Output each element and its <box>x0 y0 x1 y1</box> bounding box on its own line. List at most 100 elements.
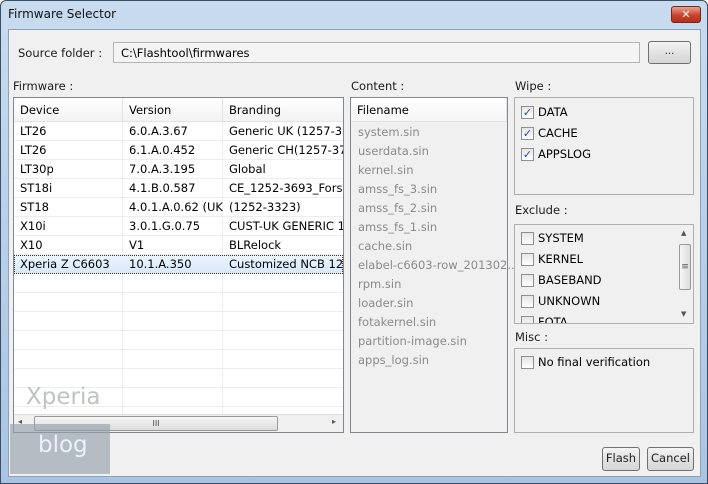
close-icon: ✕ <box>681 8 691 21</box>
branding-cell: Global <box>229 162 266 176</box>
scroll-right-icon[interactable]: ▸ <box>332 417 336 426</box>
source-folder-label: Source folder : <box>18 46 103 60</box>
table-row[interactable]: LT26 6.0.A.3.67 Generic UK (1257-3921 <box>14 122 343 141</box>
checkbox-checked-icon[interactable]: ✓ <box>521 126 534 140</box>
column-header-version[interactable]: Version <box>123 98 223 122</box>
version-cell: 7.0.A.3.195 <box>129 162 196 176</box>
device-cell: Xperia Z C6603 <box>20 257 110 271</box>
scroll-thumb[interactable]: ≡ <box>679 244 691 290</box>
device-cell: X10i <box>20 219 46 233</box>
content-label: Content : <box>351 79 405 93</box>
file-item: elabel-c6603-row_201302... <box>358 258 519 272</box>
version-cell: 10.1.A.350 <box>129 257 192 271</box>
device-cell: ST18 <box>20 200 49 214</box>
misc-label: Misc : <box>515 330 548 344</box>
branding-cell: CUST-UK GENERIC 12 <box>229 219 344 233</box>
checkbox-checked-icon[interactable]: ✓ <box>521 105 534 119</box>
file-item: system.sin <box>358 125 420 139</box>
branding-cell: BLRelock <box>229 238 282 252</box>
source-folder-input[interactable]: C:\Flashtool\firmwares <box>113 42 640 63</box>
flash-button[interactable]: Flash <box>602 447 640 471</box>
file-item: loader.sin <box>358 296 414 310</box>
checkbox-label: CACHE <box>538 126 578 140</box>
exclude-checkbox-kernel[interactable]: KERNEL <box>521 252 583 266</box>
exclude-checkbox-system[interactable]: SYSTEM <box>521 231 584 245</box>
misc-checkbox-no-final-verification[interactable]: No final verification <box>521 355 650 369</box>
file-item: partition-image.sin <box>358 334 467 348</box>
file-item: apps_log.sin <box>358 353 430 367</box>
exclude-checkbox-unknown[interactable]: UNKNOWN <box>521 294 600 308</box>
checkbox-label: UNKNOWN <box>538 294 601 308</box>
file-item: rpm.sin <box>358 277 402 291</box>
table-row[interactable]: X10i 3.0.1.G.0.75 CUST-UK GENERIC 12 <box>14 217 343 236</box>
checkbox-unchecked-icon[interactable] <box>521 252 534 266</box>
empty-row <box>14 331 343 350</box>
checkbox-checked-icon[interactable]: ✓ <box>521 147 534 161</box>
checkbox-unchecked-icon[interactable] <box>521 273 534 287</box>
device-cell: LT26 <box>20 143 47 157</box>
column-header-branding[interactable]: Branding <box>223 98 343 122</box>
device-cell: LT26 <box>20 124 47 138</box>
table-row[interactable]: ST18i 4.1.B.0.587 CE_1252-3693_Forsake <box>14 179 343 198</box>
firmware-table: Device Version Branding LT26 6.0.A.3.67 Ge… <box>13 97 344 433</box>
cancel-button[interactable]: Cancel <box>647 447 694 471</box>
empty-row <box>14 312 343 331</box>
file-item: fotakernel.sin <box>358 315 437 329</box>
table-row[interactable]: LT30p 7.0.A.3.195 Global <box>14 160 343 179</box>
version-cell: 3.0.1.G.0.75 <box>129 219 201 233</box>
checkbox-label: No final verification <box>538 355 651 369</box>
wipe-checkbox-data[interactable]: ✓ DATA <box>521 105 568 119</box>
checkbox-label: KERNEL <box>538 252 584 266</box>
checkbox-label: DATA <box>538 105 568 119</box>
browse-button[interactable]: ... <box>648 41 691 64</box>
vertical-scrollbar[interactable]: ▲ ≡ ▼ <box>677 225 693 323</box>
column-header-device[interactable]: Device <box>14 98 123 122</box>
version-cell: V1 <box>129 238 145 252</box>
table-row[interactable]: LT26 6.1.A.0.452 Generic CH(1257-3740 <box>14 141 343 160</box>
file-item: userdata.sin <box>358 144 429 158</box>
exclude-checkbox-fota[interactable]: FOTA <box>521 315 568 324</box>
branding-cell: (1252-3323) <box>229 200 301 214</box>
checkbox-unchecked-icon[interactable] <box>521 231 534 245</box>
file-item: kernel.sin <box>358 163 414 177</box>
version-cell: 6.0.A.3.67 <box>129 124 188 138</box>
empty-row <box>14 350 343 369</box>
device-cell: LT30p <box>20 162 54 176</box>
exclude-label: Exclude : <box>515 203 568 217</box>
watermark-xperia: Xperia <box>26 384 101 410</box>
checkbox-label: FOTA <box>538 315 568 324</box>
file-item: cache.sin <box>358 239 413 253</box>
exclude-group: SYSTEM KERNEL BASEBAND UNKNOWN FOTA ▲ ≡ ▼ <box>514 224 694 324</box>
checkbox-label: SYSTEM <box>538 231 584 245</box>
wipe-checkbox-cache[interactable]: ✓ CACHE <box>521 126 578 140</box>
version-cell: 4.1.B.0.587 <box>129 181 196 195</box>
scroll-down-icon[interactable]: ▼ <box>681 310 686 318</box>
close-button[interactable]: ✕ <box>671 6 701 23</box>
file-item: amss_fs_2.sin <box>358 201 438 215</box>
watermark-blog: blog <box>10 424 110 474</box>
wipe-checkbox-appslog[interactable]: ✓ APPSLOG <box>521 147 591 161</box>
scroll-up-icon[interactable]: ▲ <box>681 229 686 237</box>
table-row[interactable]: Xperia Z C6603 10.1.A.350 Customized NCB 1… <box>14 255 343 274</box>
branding-cell: Customized NCB 1270 <box>229 257 344 271</box>
misc-group: No final verification <box>514 348 694 433</box>
checkbox-unchecked-icon[interactable] <box>521 355 534 369</box>
wipe-label: Wipe : <box>515 79 552 93</box>
branding-cell: Generic CH(1257-3740 <box>229 143 343 157</box>
checkbox-unchecked-icon[interactable] <box>521 294 534 308</box>
firmware-label: Firmware : <box>13 79 74 93</box>
exclude-checkbox-baseband[interactable]: BASEBAND <box>521 273 602 287</box>
branding-cell: CE_1252-3693_Forsake <box>229 181 343 195</box>
checkbox-label: BASEBAND <box>538 273 602 287</box>
column-header-filename[interactable]: Filename <box>351 98 507 122</box>
version-cell: 6.1.A.0.452 <box>129 143 196 157</box>
file-item: amss_fs_1.sin <box>358 220 438 234</box>
checkbox-unchecked-icon[interactable] <box>521 315 534 323</box>
device-cell: ST18i <box>20 181 53 195</box>
empty-row <box>14 274 343 293</box>
version-cell: 4.0.1.A.0.62 (UK) <box>129 200 223 214</box>
window-title: Firmware Selector <box>8 7 117 21</box>
table-row[interactable]: X10 V1 BLRelock <box>14 236 343 255</box>
content-list: Filename system.sin userdata.sin kernel.si… <box>350 97 518 433</box>
table-row[interactable]: ST18 4.0.1.A.0.62 (UK) (1252-3323) <box>14 198 343 217</box>
